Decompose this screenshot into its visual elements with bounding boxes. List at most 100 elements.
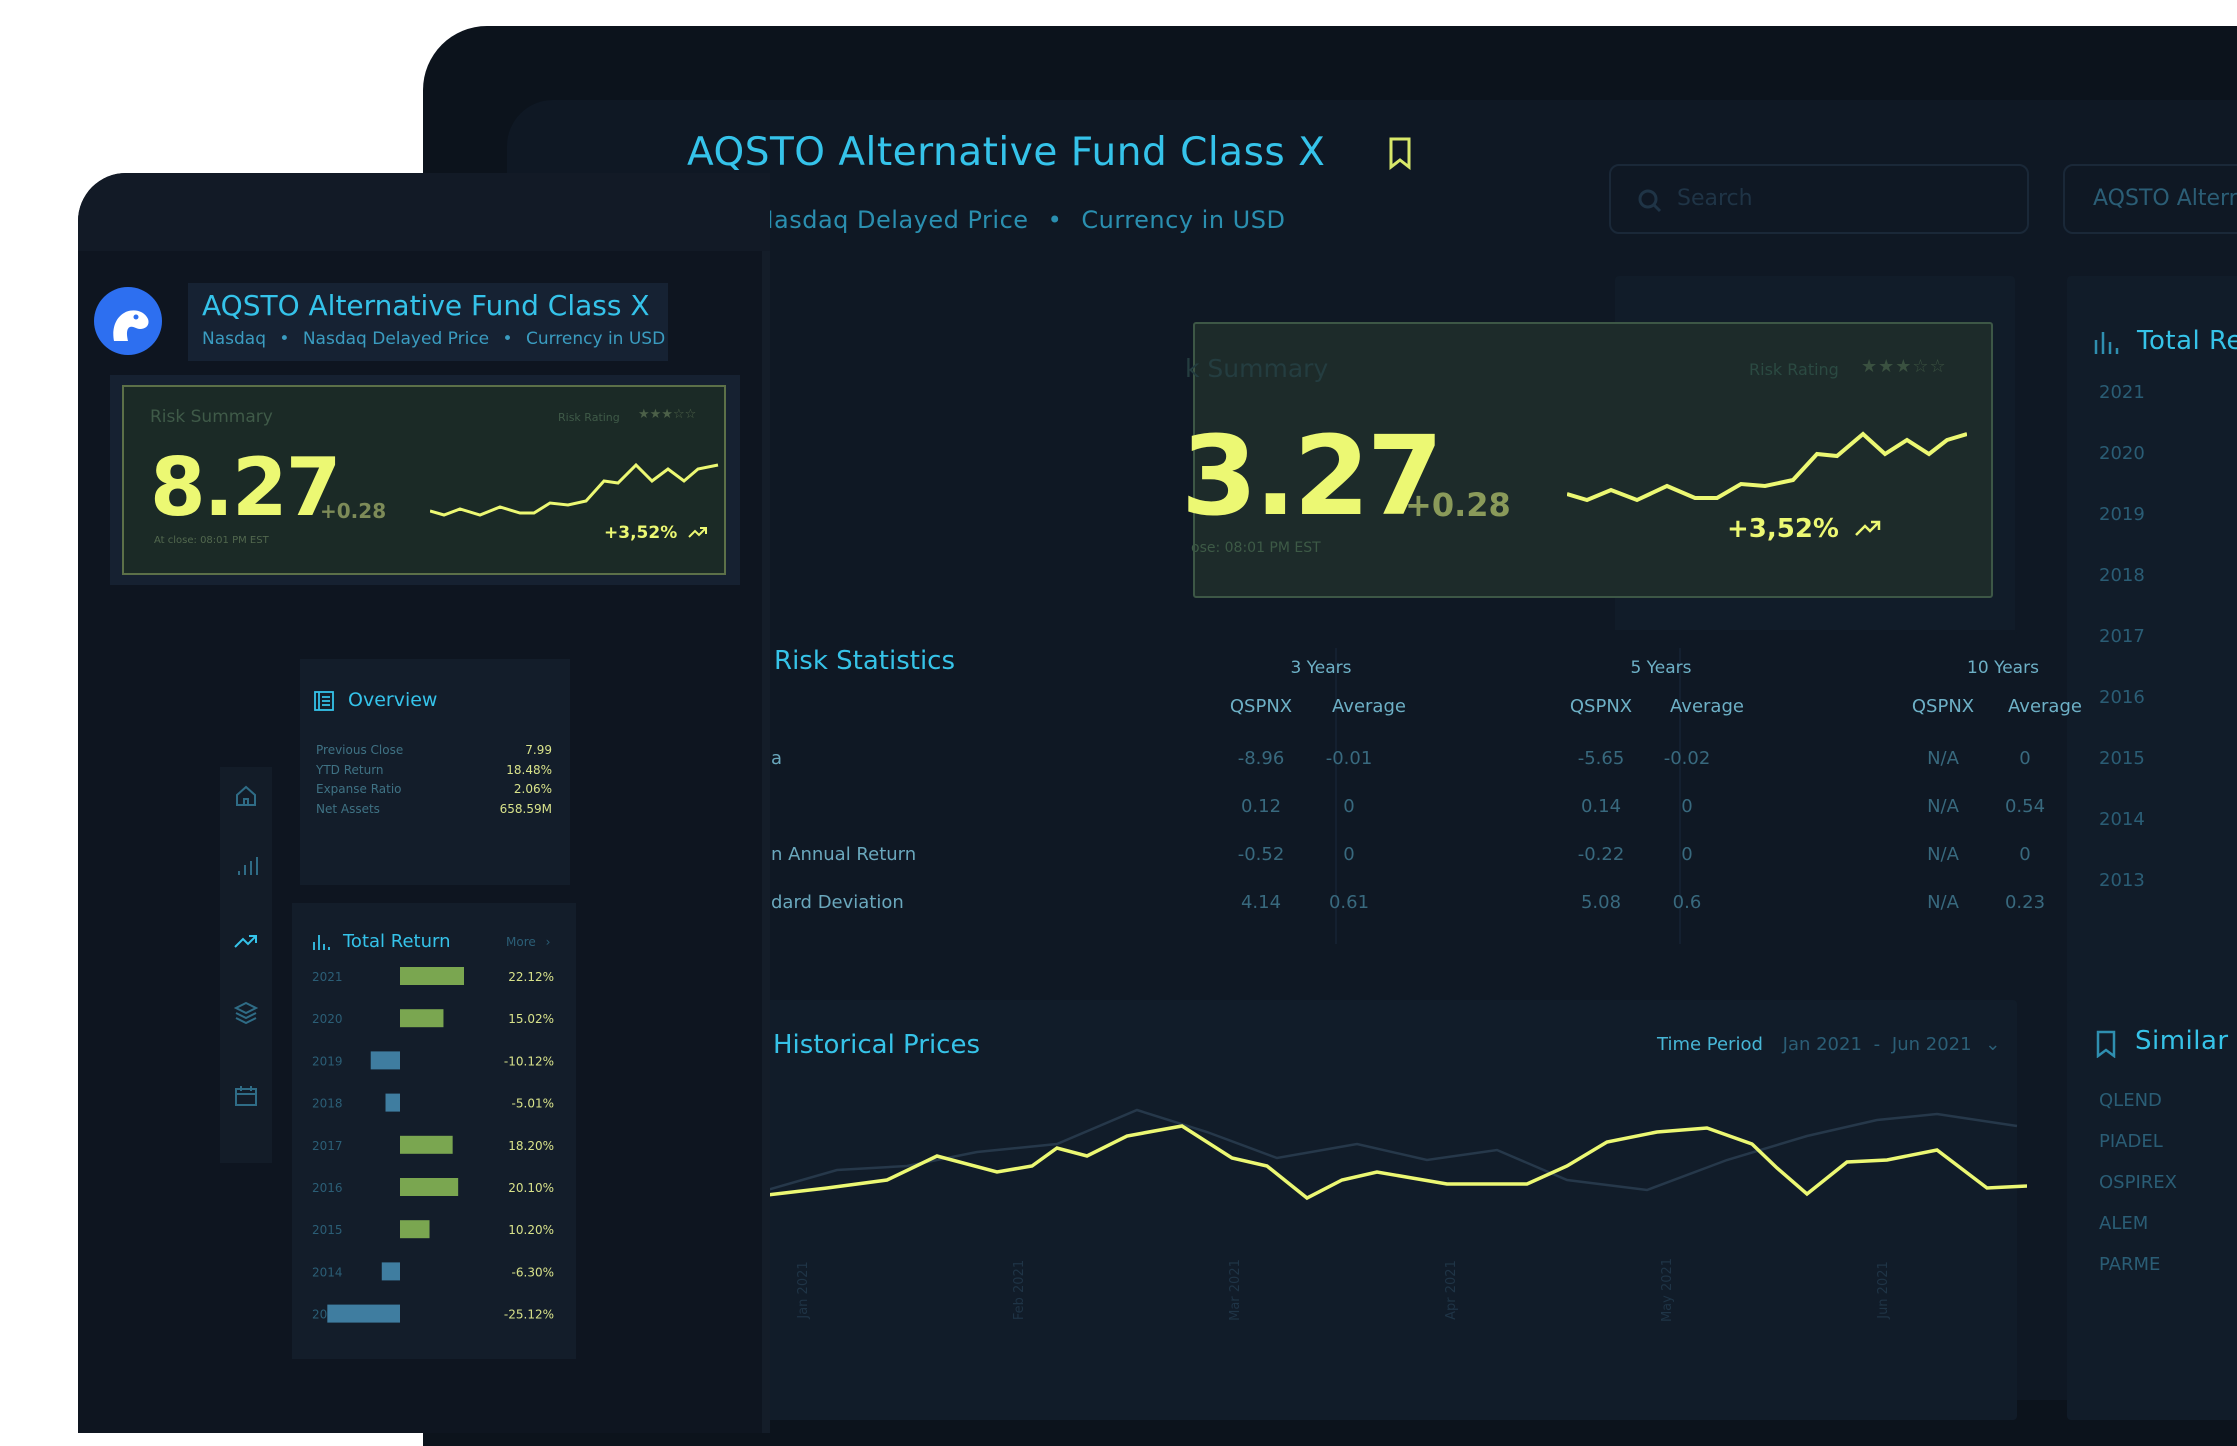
bookmark-icon [2095, 1030, 2117, 1062]
percent-change: +3,52% [1727, 514, 1882, 544]
total-return-year: 2015 [312, 1223, 343, 1237]
risk-summary-title: Risk Summary [150, 407, 273, 427]
total-return-value: -10.12% [504, 1054, 554, 1068]
total-return-bar [400, 1009, 444, 1028]
more-link[interactable]: More › [506, 935, 550, 949]
similar-title: Similar [2135, 1026, 2229, 1056]
chevron-down-icon: ⌄ [1985, 1034, 2001, 1055]
similar-item[interactable]: PARME [2099, 1254, 2160, 1275]
stat-row-label: dard Deviation [771, 892, 904, 913]
total-return-year: 2019 [312, 1054, 343, 1068]
similar-item[interactable]: OSPIREX [2099, 1172, 2177, 1193]
total-return-year: 2018 [2099, 565, 2145, 586]
search-input[interactable]: Search [1609, 164, 2029, 234]
price-type-label: Nasdaq Delayed Price [302, 329, 490, 349]
price-change: +0.28 [320, 499, 387, 523]
chevron-right-icon: › [545, 935, 551, 949]
period-header: 5 Years [1630, 658, 1692, 678]
overview-title: Overview [348, 689, 438, 711]
column-header-average: Average [2008, 696, 2082, 717]
similar-item[interactable]: ALEM [2099, 1213, 2148, 1234]
page-subtitle: q • Nasdaq Delayed Price • Currency in U… [687, 206, 1285, 234]
stat-cell: 0 [1681, 844, 1693, 865]
stat-cell: 0.23 [2004, 892, 2046, 913]
bar-chart-icon [312, 933, 330, 955]
price-value: 3.27 [1181, 412, 1443, 540]
similar-panel [2067, 1000, 2237, 1420]
close-time: ose: 08:01 PM EST [1191, 540, 1321, 556]
total-return-value: -25.12% [504, 1308, 554, 1322]
close-time: At close: 08:01 PM EST [154, 535, 269, 546]
account-button-label: AQSTO Altern [2093, 186, 2237, 211]
stat-cell: 0.6 [1672, 892, 1702, 913]
time-period-from: Jan 2021 [1782, 1034, 1862, 1055]
risk-rating-label: Risk Rating [1749, 360, 1839, 379]
total-return-bar [370, 1051, 400, 1070]
fund-logo [94, 287, 162, 355]
total-return-year: 2020 [2099, 443, 2145, 464]
calendar-icon[interactable] [234, 1085, 258, 1111]
similar-item[interactable]: QLEND [2099, 1090, 2162, 1111]
layers-icon[interactable] [233, 1001, 259, 1029]
total-return-year: 2018 [312, 1097, 343, 1111]
similar-item[interactable]: PIADEL [2099, 1131, 2163, 1152]
x-axis-label: Jan 2021 [796, 1261, 811, 1319]
x-axis-label: May 2021 [1660, 1258, 1675, 1322]
risk-summary-card: Risk Summary Risk Rating ★★★☆☆ 8.27 +0.2… [122, 385, 726, 575]
overview-row-value: 2.06% [513, 782, 552, 796]
x-axis-label: Jun 2021 [1876, 1261, 1891, 1320]
total-return-year: 2014 [312, 1265, 343, 1279]
separator: • [502, 329, 513, 349]
bookmark-icon[interactable] [1387, 136, 1413, 174]
risk-summary-card: k Summary Risk Rating ★★★☆☆ 3.27 +0.28 o… [1181, 322, 1993, 598]
price-change: +0.28 [1405, 486, 1511, 524]
stat-cell: -0.02 [1663, 748, 1711, 769]
stat-cell: 0.61 [1328, 892, 1370, 913]
column-header-average: Average [1332, 696, 1406, 717]
x-axis-label: Feb 2021 [1012, 1260, 1027, 1320]
total-return-year: 2020 [312, 1012, 343, 1026]
total-return-year: 2017 [312, 1139, 343, 1153]
seal-logo-icon [113, 310, 149, 341]
total-return-year: 2015 [2099, 748, 2145, 769]
bar-chart-icon[interactable] [236, 855, 258, 881]
stat-cell: 0 [2019, 748, 2031, 769]
historical-chart: Jan 2021 Feb 2021 Mar 2021 Apr 2021 May 2021… [767, 1108, 2027, 1322]
percent-change: +3,52% [604, 523, 708, 543]
trend-icon[interactable] [234, 933, 258, 953]
page-title: AQSTO Alternative Fund Class X [202, 289, 650, 322]
total-return-panel [2067, 276, 2237, 1036]
total-return-bar [400, 1178, 459, 1196]
stat-cell: 0 [1343, 844, 1355, 865]
stat-cell: 0 [1343, 796, 1355, 817]
total-return-bar [385, 1093, 400, 1112]
column-header-fund: QSPNX [1569, 696, 1633, 717]
account-button[interactable]: AQSTO Altern [2063, 164, 2237, 234]
risk-summary-title: k Summary [1185, 354, 1329, 383]
time-period-select[interactable]: Time Period Jan 2021 - Jun 2021 ⌄ [1657, 1034, 2000, 1055]
stat-cell: 0 [2019, 844, 2031, 865]
search-icon [1637, 188, 1663, 218]
period-header: 10 Years [1967, 658, 2039, 678]
price-type-label: Nasdaq Delayed Price [755, 206, 1029, 234]
home-icon[interactable] [234, 785, 258, 811]
stat-row-label: n Annual Return [771, 844, 917, 865]
total-return-year: 2019 [2099, 504, 2145, 525]
overview-row-label: Previous Close [316, 743, 404, 757]
total-return-value: 15.02% [508, 1012, 554, 1026]
page-title: AQSTO Alternative Fund Class X [687, 130, 1326, 175]
bar-chart-icon [2093, 328, 2121, 360]
period-header: 3 Years [1290, 658, 1352, 678]
total-return-bar [400, 967, 464, 985]
stat-cell: 0 [1681, 796, 1693, 817]
front-titlebar [78, 173, 770, 251]
total-return-bar [327, 1304, 400, 1323]
front-window: AQSTO Alternative Fund Class X Nasdaq • … [78, 173, 770, 1433]
percent-change-value: +3,52% [604, 523, 678, 543]
window-edge [762, 251, 770, 1433]
stat-cell: 0.54 [2004, 796, 2046, 817]
historical-title: Historical Prices [773, 1030, 981, 1060]
more-link-label: More [506, 935, 536, 949]
total-return-year: 2021 [312, 970, 343, 984]
overview-row-value: 7.99 [525, 743, 552, 757]
